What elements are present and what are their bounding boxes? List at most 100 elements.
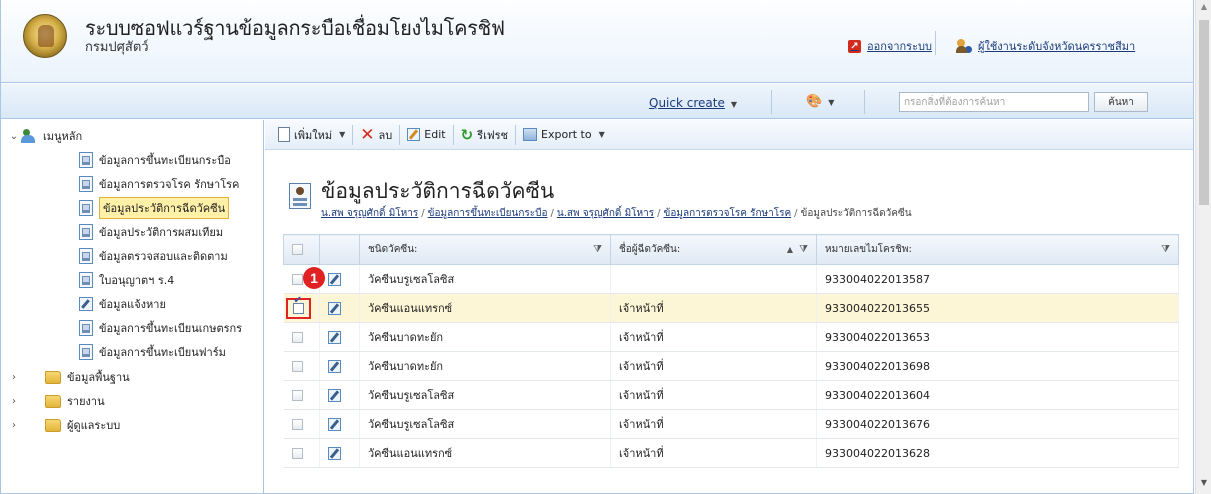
user-profile-link[interactable]: ผู้ใช้งานระดับจังหวัดนครราชสีมา bbox=[956, 37, 1135, 55]
header: ระบบซอฟแวร์ฐานข้อมูลกระบือเชื่อมโยงไมโคร… bbox=[1, 0, 1193, 83]
row-checkbox[interactable] bbox=[291, 274, 303, 285]
row-select-cell bbox=[283, 351, 320, 381]
breadcrumb-link[interactable]: น.สพ จรุญศักดิ์ มิโหาร bbox=[557, 208, 654, 219]
row-checkbox[interactable] bbox=[291, 448, 303, 459]
sidebar-root-label: เมนูหลัก bbox=[43, 130, 83, 143]
edit-row-icon[interactable] bbox=[328, 272, 341, 286]
row-checkbox[interactable] bbox=[291, 419, 303, 430]
page-scrollbar[interactable]: ▲ ▼ bbox=[1195, 0, 1211, 494]
cell-injector-name: เจ้าหน้าที่ bbox=[610, 409, 817, 439]
doc-icon bbox=[79, 344, 93, 360]
sort-ascending-icon[interactable]: ▲ bbox=[787, 245, 793, 254]
quick-create-menu[interactable]: Quick create ▼ bbox=[649, 96, 737, 110]
chevron-down-icon[interactable]: ▼ bbox=[599, 130, 605, 139]
doc-icon bbox=[79, 248, 93, 264]
select-all-cell bbox=[283, 234, 320, 265]
refresh-label: รีเฟรช bbox=[477, 128, 509, 142]
chevron-right-icon[interactable]: › bbox=[7, 372, 21, 383]
scroll-down-arrow-icon[interactable]: ▼ bbox=[1196, 478, 1211, 492]
cell-microchip-number: 933004022013698 bbox=[816, 351, 1179, 381]
sidebar-item-label: ใบอนุญาตฯ ร.4 bbox=[99, 274, 175, 287]
chevron-right-icon[interactable]: › bbox=[7, 420, 21, 431]
breadcrumb-link[interactable]: ข้อมูลการตรวจโรค รักษาโรค bbox=[664, 208, 792, 219]
table-row[interactable]: วัคซีนบาดทะยัก เจ้าหน้าที่ 933004022013653 bbox=[283, 322, 1179, 352]
chevron-down-icon[interactable]: ⌄ bbox=[7, 131, 21, 142]
filter-icon[interactable]: ⧩ bbox=[1161, 244, 1170, 255]
cell-injector-name: เจ้าหน้าที่ bbox=[610, 380, 817, 410]
sidebar-item[interactable]: ข้อมูลการขึ้นทะเบียนฟาร์ม bbox=[79, 341, 263, 363]
edit-row-icon[interactable] bbox=[328, 301, 341, 315]
sidebar-item[interactable]: ข้อมูลประวัติการผสมเทียม bbox=[79, 221, 263, 243]
users-icon bbox=[21, 129, 37, 143]
action-divider bbox=[864, 90, 865, 114]
breadcrumb-separator: / bbox=[550, 208, 554, 219]
sidebar-item[interactable]: ข้อมูลการขึ้นทะเบียนกระบือ bbox=[79, 149, 263, 171]
table-row[interactable]: วัคซีนแอนแทรกซ์ เจ้าหน้าที่ 93300402201362… bbox=[283, 438, 1179, 468]
chevron-down-icon[interactable]: ▼ bbox=[339, 130, 345, 139]
filter-icon[interactable]: ⧩ bbox=[799, 244, 808, 255]
delete-button[interactable]: ✕ ลบ bbox=[355, 124, 397, 146]
edit-row-icon[interactable] bbox=[328, 330, 341, 344]
column-header-vaccine[interactable]: ชนิดวัคซีน: ⧩ bbox=[359, 234, 611, 265]
row-checkbox[interactable] bbox=[291, 390, 303, 401]
row-checkbox[interactable] bbox=[291, 361, 303, 372]
filter-icon[interactable]: ⧩ bbox=[593, 244, 602, 255]
table-row[interactable]: วัคซีนบรูเซลโลซิส เจ้าหน้าที่ 933004022013… bbox=[283, 409, 1179, 439]
edit-row-icon[interactable] bbox=[328, 388, 341, 402]
scrollbar-thumb[interactable] bbox=[1199, 20, 1209, 205]
logout-link[interactable]: ↗ ออกจากระบบ bbox=[848, 37, 932, 55]
sidebar-item[interactable]: ใบอนุญาตฯ ร.4 bbox=[79, 269, 263, 291]
doc-icon bbox=[79, 200, 93, 216]
breadcrumb-link[interactable]: น.สพ จรุญศักดิ์ มิโหาร bbox=[321, 208, 418, 219]
step-number-badge: 1 bbox=[303, 267, 325, 289]
table-row[interactable]: วัคซีนบรูเซลโลซิส เจ้าหน้าที่ 933004022013… bbox=[283, 380, 1179, 410]
chevron-down-icon: ▼ bbox=[730, 100, 737, 109]
theme-menu[interactable]: 🎨 ▼ bbox=[806, 94, 834, 109]
edit-row-icon[interactable] bbox=[328, 446, 341, 460]
sidebar-root[interactable]: ⌄ เมนูหลัก bbox=[7, 125, 82, 147]
sidebar-folder[interactable]: › ข้อมูลพื้นฐาน bbox=[7, 366, 130, 388]
table-row[interactable]: วัคซีนแอนแทรกซ์เจ้าหน้าที่93300402201365… bbox=[283, 293, 1179, 323]
doc-icon bbox=[79, 320, 93, 336]
select-all-checkbox[interactable] bbox=[292, 243, 303, 255]
sidebar-item-label: ข้อมูลแจ้งหาย bbox=[99, 298, 166, 311]
chevron-right-icon[interactable]: › bbox=[7, 396, 21, 407]
folder-icon bbox=[45, 370, 61, 384]
scroll-up-arrow-icon[interactable]: ▲ bbox=[1196, 2, 1211, 16]
sidebar-item[interactable]: ข้อมูลประวัติการฉีดวัคซีน bbox=[79, 197, 263, 219]
sidebar-folder-label: รายงาน bbox=[67, 395, 105, 408]
sidebar-item-label: ข้อมูลการตรวจโรค รักษาโรค bbox=[99, 178, 240, 191]
sidebar-item[interactable]: ข้อมูลตรวจสอบและติดตาม bbox=[79, 245, 263, 267]
edit-row-icon[interactable] bbox=[328, 417, 341, 431]
cell-injector-name: เจ้าหน้าที่ bbox=[610, 293, 817, 323]
row-select-cell bbox=[283, 293, 320, 323]
table-row[interactable]: วัคซีนบาดทะยัก เจ้าหน้าที่ 933004022013698 bbox=[283, 351, 1179, 381]
sidebar-item[interactable]: ข้อมูลแจ้งหาย bbox=[79, 293, 263, 315]
table-row[interactable]: วัคซีนบรูเซลโลซิส 933004022013587 bbox=[283, 264, 1179, 294]
app-subtitle: กรมปศุสัตว์ bbox=[85, 40, 149, 55]
search-button[interactable]: ค้นหา bbox=[1094, 92, 1148, 112]
records-grid: ชนิดวัคซีน: ⧩ ชื่อผู้ฉีดวัคซีน: ▲ ⧩ หมายเลข… bbox=[283, 234, 1179, 468]
sidebar-item-label: ข้อมูลการขึ้นทะเบียนฟาร์ม bbox=[99, 346, 226, 359]
export-button[interactable]: Export to ▼ bbox=[518, 124, 610, 146]
new-button[interactable]: เพิ่มใหม่ ▼ bbox=[273, 124, 350, 146]
folder-icon bbox=[45, 394, 61, 408]
row-edit-cell bbox=[319, 380, 360, 410]
breadcrumb-link[interactable]: ข้อมูลการขึ้นทะเบียนกระบือ bbox=[428, 208, 548, 219]
sidebar-folder[interactable]: › ผู้ดูแลระบบ bbox=[7, 414, 120, 436]
refresh-button[interactable]: ↻ รีเฟรช bbox=[456, 124, 513, 146]
edit-button[interactable]: Edit bbox=[402, 124, 450, 146]
logout-icon: ↗ bbox=[848, 39, 861, 53]
edit-row-icon[interactable] bbox=[328, 359, 341, 373]
row-checkbox[interactable] bbox=[292, 302, 304, 314]
row-edit-cell bbox=[319, 351, 360, 381]
search-input[interactable] bbox=[899, 92, 1089, 112]
cell-microchip-number: 933004022013653 bbox=[816, 322, 1179, 352]
column-header-chip[interactable]: หมายเลขไมโครชิพ: ⧩ bbox=[816, 234, 1179, 265]
toolbar-divider bbox=[452, 124, 454, 145]
sidebar-item[interactable]: ข้อมูลการตรวจโรค รักษาโรค bbox=[79, 173, 263, 195]
sidebar-folder[interactable]: › รายงาน bbox=[7, 390, 105, 412]
column-header-injector[interactable]: ชื่อผู้ฉีดวัคซีน: ▲ ⧩ bbox=[610, 234, 817, 265]
row-checkbox[interactable] bbox=[291, 332, 303, 343]
sidebar-item[interactable]: ข้อมูลการขึ้นทะเบียนเกษตรกร bbox=[79, 317, 263, 339]
